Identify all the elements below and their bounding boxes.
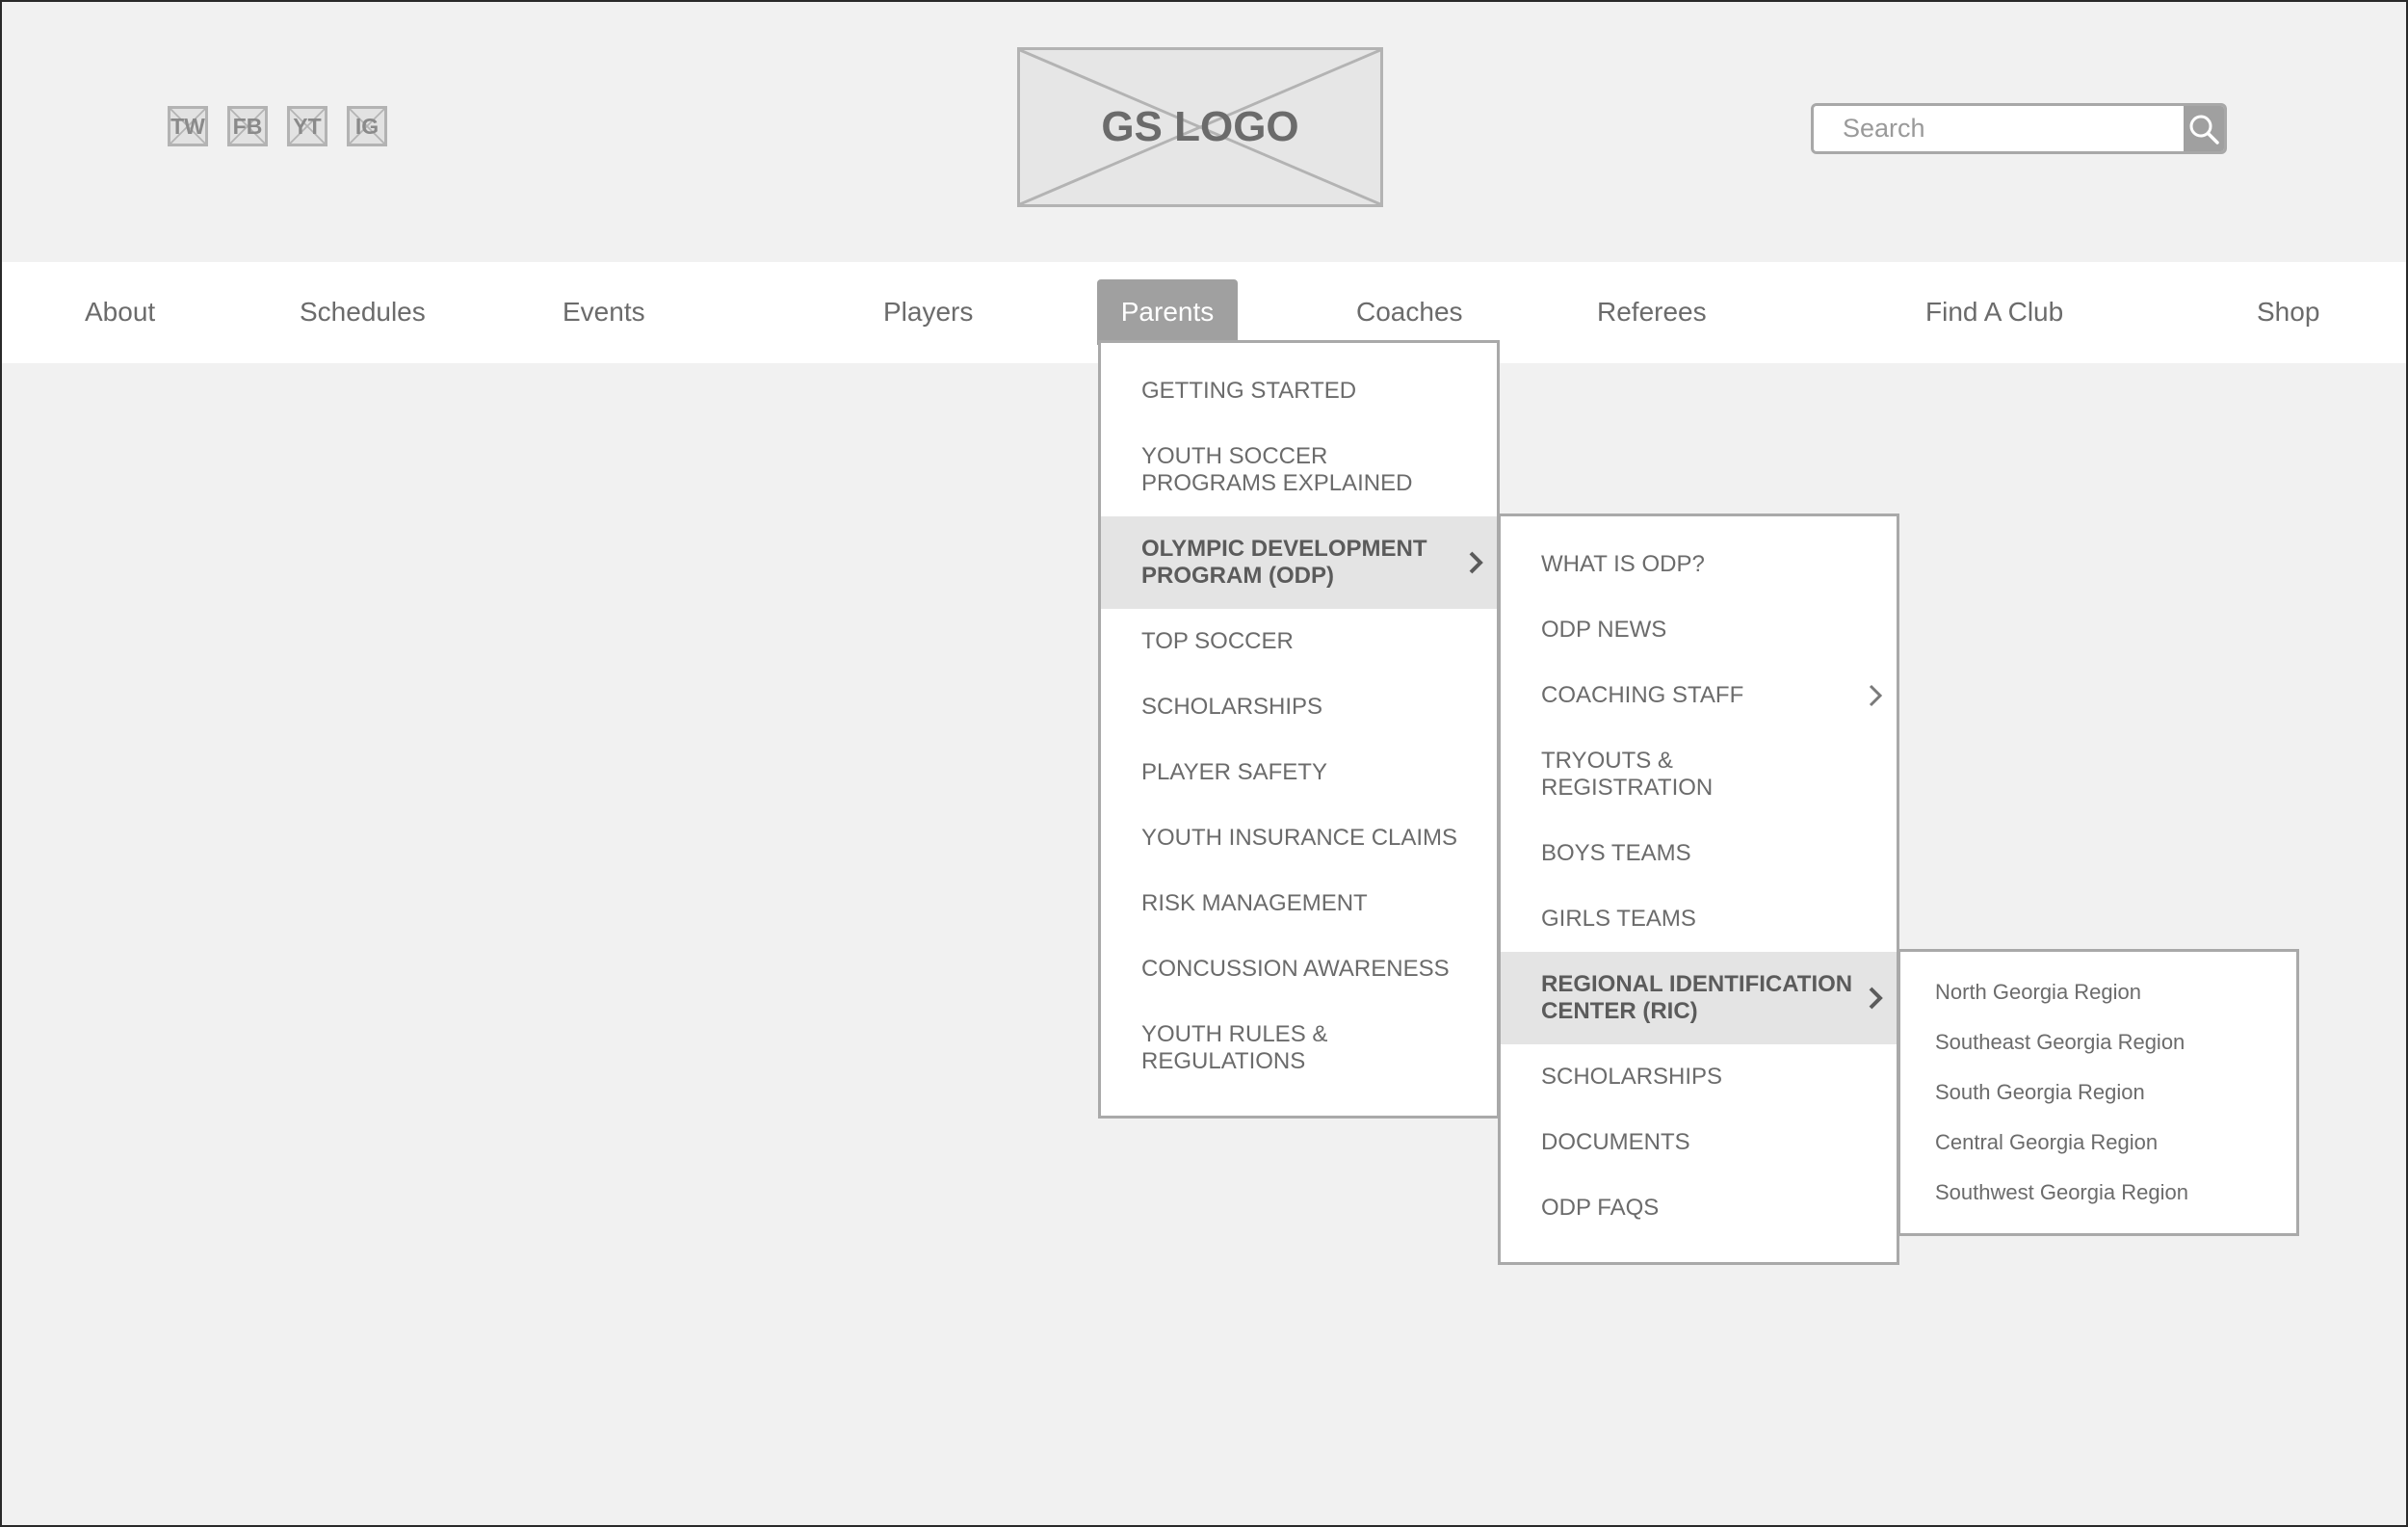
menu-item-documents[interactable]: DOCUMENTS: [1501, 1110, 1897, 1175]
menu-item-label: DOCUMENTS: [1541, 1129, 1690, 1155]
menu-item-label: CONCUSSION AWARENESS: [1141, 956, 1450, 982]
menu-item-odp-faqs[interactable]: ODP FAQS: [1501, 1175, 1897, 1241]
ric-submenu: North Georgia Region Southeast Georgia R…: [1898, 949, 2299, 1236]
menu-item-label: South Georgia Region: [1935, 1080, 2145, 1104]
menu-item-label: TOP SOCCER: [1141, 628, 1294, 654]
menu-item-label: REGIONAL IDENTIFICATION CENTER (RIC): [1541, 971, 1853, 1024]
menu-item-risk-management[interactable]: RISK MANAGEMENT: [1101, 871, 1497, 936]
menu-item-label: YOUTH RULES & REGULATIONS: [1141, 1021, 1328, 1074]
nav-item-schedules[interactable]: Schedules: [300, 279, 426, 345]
menu-item-north-georgia-region[interactable]: North Georgia Region: [1900, 967, 2296, 1017]
menu-item-central-georgia-region[interactable]: Central Georgia Region: [1900, 1118, 2296, 1168]
nav-item-coaches[interactable]: Coaches: [1356, 279, 1463, 345]
nav-item-find-a-club[interactable]: Find A Club: [1925, 279, 2063, 345]
social-label: TW: [170, 113, 205, 139]
menu-item-label: GIRLS TEAMS: [1541, 906, 1696, 932]
menu-item-odp[interactable]: OLYMPIC DEVELOPMENT PROGRAM (ODP): [1101, 516, 1497, 609]
social-label: IG: [354, 113, 380, 139]
menu-item-player-safety[interactable]: PLAYER SAFETY: [1101, 740, 1497, 805]
menu-item-top-soccer[interactable]: TOP SOCCER: [1101, 609, 1497, 674]
social-label: YT: [293, 113, 322, 139]
parents-dropdown: GETTING STARTED YOUTH SOCCER PROGRAMS EX…: [1098, 340, 1500, 1119]
menu-item-label: YOUTH SOCCER PROGRAMS EXPLAINED: [1141, 443, 1413, 496]
menu-item-what-is-odp[interactable]: WHAT IS ODP?: [1501, 532, 1897, 597]
instagram-icon[interactable]: IG: [347, 106, 387, 146]
menu-item-youth-rules[interactable]: YOUTH RULES & REGULATIONS: [1101, 1002, 1497, 1094]
menu-item-southeast-georgia-region[interactable]: Southeast Georgia Region: [1900, 1017, 2296, 1067]
nav-item-referees[interactable]: Referees: [1597, 279, 1707, 345]
menu-item-boys-teams[interactable]: BOYS TEAMS: [1501, 821, 1897, 886]
menu-item-scholarships[interactable]: SCHOLARSHIPS: [1101, 674, 1497, 740]
nav-item-about[interactable]: About: [85, 279, 155, 345]
menu-item-coaching-staff[interactable]: COACHING STAFF: [1501, 663, 1897, 728]
menu-item-youth-insurance-claims[interactable]: YOUTH INSURANCE CLAIMS: [1101, 805, 1497, 871]
menu-item-label: OLYMPIC DEVELOPMENT PROGRAM (ODP): [1141, 536, 1427, 589]
menu-item-label: YOUTH INSURANCE CLAIMS: [1141, 825, 1458, 851]
youtube-icon[interactable]: YT: [287, 106, 327, 146]
menu-item-getting-started[interactable]: GETTING STARTED: [1101, 358, 1497, 424]
nav-item-players[interactable]: Players: [883, 279, 973, 345]
logo-label: GS LOGO: [1101, 103, 1299, 150]
menu-item-label: TRYOUTS & REGISTRATION: [1541, 748, 1714, 801]
odp-submenu: WHAT IS ODP? ODP NEWS COACHING STAFF TRY…: [1498, 513, 1899, 1265]
menu-item-label: North Georgia Region: [1935, 980, 2142, 1004]
site-logo[interactable]: GS LOGO: [1017, 47, 1383, 207]
social-label: FB: [232, 113, 263, 139]
menu-item-label: ODP NEWS: [1541, 617, 1667, 643]
menu-item-label: SCHOLARSHIPS: [1541, 1064, 1723, 1090]
nav-item-parents[interactable]: Parents: [1097, 279, 1238, 345]
twitter-icon[interactable]: TW: [168, 106, 208, 146]
menu-item-label: WHAT IS ODP?: [1541, 551, 1705, 577]
menu-item-label: COACHING STAFF: [1541, 682, 1744, 708]
menu-item-label: PLAYER SAFETY: [1141, 759, 1327, 785]
menu-item-odp-news[interactable]: ODP NEWS: [1501, 597, 1897, 663]
social-links: TW FB YT IG: [168, 106, 387, 146]
nav-item-events[interactable]: Events: [563, 279, 645, 345]
search-input[interactable]: [1814, 106, 2184, 151]
menu-item-label: Southeast Georgia Region: [1935, 1030, 2186, 1054]
menu-item-girls-teams[interactable]: GIRLS TEAMS: [1501, 886, 1897, 952]
menu-item-ric[interactable]: REGIONAL IDENTIFICATION CENTER (RIC): [1501, 952, 1897, 1044]
menu-item-label: RISK MANAGEMENT: [1141, 890, 1368, 916]
menu-item-label: GETTING STARTED: [1141, 378, 1357, 404]
search-icon: [2189, 115, 2219, 145]
menu-item-concussion-awareness[interactable]: CONCUSSION AWARENESS: [1101, 936, 1497, 1002]
menu-item-south-georgia-region[interactable]: South Georgia Region: [1900, 1067, 2296, 1118]
search-box: [1811, 103, 2227, 154]
menu-item-youth-soccer-programs[interactable]: YOUTH SOCCER PROGRAMS EXPLAINED: [1101, 424, 1497, 516]
facebook-icon[interactable]: FB: [227, 106, 268, 146]
menu-item-tryouts-registration[interactable]: TRYOUTS & REGISTRATION: [1501, 728, 1897, 821]
menu-item-odp-scholarships[interactable]: SCHOLARSHIPS: [1501, 1044, 1897, 1110]
nav-item-shop[interactable]: Shop: [2257, 279, 2319, 345]
menu-item-southwest-georgia-region[interactable]: Southwest Georgia Region: [1900, 1168, 2296, 1218]
chevron-right-icon: [1469, 551, 1483, 574]
chevron-right-icon: [1869, 684, 1883, 707]
site-header: TW FB YT IG GS LOGO: [0, 0, 2408, 260]
chevron-right-icon: [1869, 987, 1883, 1010]
menu-item-label: ODP FAQS: [1541, 1195, 1660, 1221]
search-button[interactable]: [2184, 106, 2224, 151]
menu-item-label: BOYS TEAMS: [1541, 840, 1691, 866]
menu-item-label: Southwest Georgia Region: [1935, 1180, 2188, 1204]
menu-item-label: Central Georgia Region: [1935, 1130, 2159, 1154]
menu-item-label: SCHOLARSHIPS: [1141, 694, 1323, 720]
